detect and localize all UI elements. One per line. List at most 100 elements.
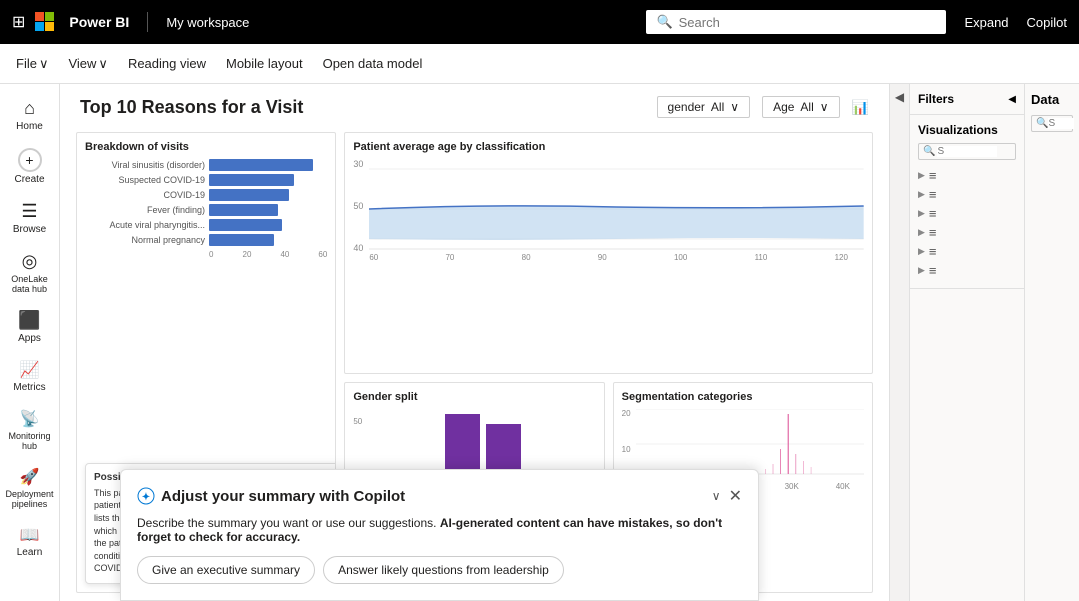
bar-row: Suspected COVID-19 xyxy=(85,174,327,186)
search-bar[interactable]: 🔍 xyxy=(646,10,946,34)
age-filter-label: Age xyxy=(773,100,794,114)
sidebar-item-onelake[interactable]: ◎ OneLakedata hub xyxy=(2,245,58,300)
viz-panel: Filters ◀ Visualizations 🔍 ▶ ≡ ▶ ≡ xyxy=(909,84,1024,601)
viz-row[interactable]: ▶ ≡ xyxy=(918,204,1016,223)
reading-view-btn[interactable]: Reading view xyxy=(128,56,206,71)
topbar: ⊞ Power BI My workspace 🔍 Expand Copilot xyxy=(0,0,1079,44)
right-panels: ◀ Filters ◀ Visualizations 🔍 ▶ ≡ xyxy=(889,84,1079,601)
search-icon: 🔍 xyxy=(923,146,935,157)
expand-icon: ▶ xyxy=(918,265,925,276)
chart-icon[interactable]: 📊 xyxy=(852,99,869,116)
leadership-questions-button[interactable]: Answer likely questions from leadership xyxy=(323,556,564,584)
age-filter-value: All xyxy=(800,100,813,114)
bar-row: Viral sinusitis (disorder) xyxy=(85,159,327,171)
executive-summary-button[interactable]: Give an executive summary xyxy=(137,556,315,584)
age-filter[interactable]: Age All ∨ xyxy=(762,96,840,118)
sidebar-item-label: Deploymentpipelines xyxy=(5,489,53,509)
bar-chart: Viral sinusitis (disorder) Suspected COV… xyxy=(85,159,327,259)
sidebar-item-label: OneLakedata hub xyxy=(11,274,48,294)
secondary-bar: File ∨ View ∨ Reading view Mobile layout… xyxy=(0,44,1079,84)
data-search[interactable]: 🔍 xyxy=(1031,115,1073,132)
copilot-label[interactable]: Copilot xyxy=(1027,15,1067,30)
viz-search[interactable]: 🔍 xyxy=(918,143,1016,160)
microsoft-logo xyxy=(35,12,55,32)
sidebar-item-label: Metrics xyxy=(13,382,45,393)
viz-type-icon: ≡ xyxy=(929,206,937,221)
learn-icon: 📖 xyxy=(20,525,40,545)
report-header: Top 10 Reasons for a Visit gender All ∨ … xyxy=(60,84,889,124)
patient-avg-chart: Patient average age by classification 30… xyxy=(344,132,873,374)
gender-filter-value: All xyxy=(711,100,724,114)
file-menu[interactable]: File ∨ xyxy=(16,56,48,72)
sidebar-item-home[interactable]: ⌂ Home xyxy=(2,92,58,138)
search-input[interactable] xyxy=(679,15,937,30)
sidebar-item-monitoring[interactable]: 📡 Monitoringhub xyxy=(2,403,58,457)
collapse-icon: ◀ xyxy=(895,90,904,104)
viz-row[interactable]: ▶ ≡ xyxy=(918,261,1016,280)
sidebar-item-metrics[interactable]: 📈 Metrics xyxy=(2,354,58,399)
gender-filter-label: gender xyxy=(668,100,705,114)
viz-row[interactable]: ▶ ≡ xyxy=(918,223,1016,242)
copilot-header: ✦ Adjust your summary with Copilot ∨ ✕ xyxy=(137,486,742,506)
expand-icon: ▶ xyxy=(918,170,925,181)
breakdown-chart-title: Breakdown of visits xyxy=(85,141,327,153)
report-title: Top 10 Reasons for a Visit xyxy=(80,97,303,118)
expand-icon: ▶ xyxy=(918,189,925,200)
data-search-input[interactable] xyxy=(1048,118,1074,129)
sidebar-item-browse[interactable]: ☰ Browse xyxy=(2,195,58,241)
bar-label: Normal pregnancy xyxy=(85,235,205,245)
sidebar-item-label: Monitoringhub xyxy=(8,431,50,451)
copilot-icon: ✦ xyxy=(137,487,155,505)
copilot-suggestions: Give an executive summary Answer likely … xyxy=(137,556,742,584)
workspace-label[interactable]: My workspace xyxy=(166,15,249,30)
mobile-layout-btn[interactable]: Mobile layout xyxy=(226,56,303,71)
svg-text:✦: ✦ xyxy=(142,492,150,503)
apps-icon: ⬛ xyxy=(18,310,40,331)
expand-icon: ▶ xyxy=(918,246,925,257)
viz-row[interactable]: ▶ ≡ xyxy=(918,242,1016,261)
viz-type-icon: ≡ xyxy=(929,263,937,278)
viz-row[interactable]: ▶ ≡ xyxy=(918,185,1016,204)
gender-filter[interactable]: gender All ∨ xyxy=(657,96,751,118)
search-icon: 🔍 xyxy=(1036,118,1048,129)
onelake-icon: ◎ xyxy=(22,251,38,272)
gender-split-title: Gender split xyxy=(353,391,595,403)
waffle-icon[interactable]: ⊞ xyxy=(12,12,25,32)
view-menu[interactable]: View ∨ xyxy=(68,56,107,72)
create-icon: + xyxy=(18,148,42,172)
metrics-icon: 📈 xyxy=(20,360,40,380)
patient-avg-title: Patient average age by classification xyxy=(353,141,864,153)
sidebar-item-deployment[interactable]: 🚀 Deploymentpipelines xyxy=(2,461,58,515)
sidebar-item-create[interactable]: + Create xyxy=(2,142,58,191)
expand-label[interactable]: Expand xyxy=(964,15,1008,30)
sidebar-item-label: Create xyxy=(14,174,44,185)
expand-icon: ▶ xyxy=(918,208,925,219)
bar-row: COVID-19 xyxy=(85,189,327,201)
copilot-close-button[interactable]: ✕ xyxy=(729,486,742,506)
copilot-description: Describe the summary you want or use our… xyxy=(137,516,742,544)
product-name: Power BI xyxy=(69,14,129,30)
bar-label: Fever (finding) xyxy=(85,205,205,215)
bar-label: Acute viral pharyngitis... xyxy=(85,220,205,230)
left-sidebar: ⌂ Home + Create ☰ Browse ◎ OneLakedata h… xyxy=(0,84,60,601)
collapse-panel-button[interactable]: ◀ xyxy=(889,84,909,601)
sidebar-item-apps[interactable]: ⬛ Apps xyxy=(2,304,58,350)
segmentation-title: Segmentation categories xyxy=(622,391,864,403)
monitoring-icon: 📡 xyxy=(20,409,40,429)
open-data-model-btn[interactable]: Open data model xyxy=(323,56,423,71)
filters-label: Filters xyxy=(918,92,954,106)
bar-label: COVID-19 xyxy=(85,190,205,200)
viz-search-input[interactable] xyxy=(937,146,997,157)
copilot-dialog: ✦ Adjust your summary with Copilot ∨ ✕ D… xyxy=(120,469,759,601)
viz-row[interactable]: ▶ ≡ xyxy=(918,166,1016,185)
sidebar-item-label: Learn xyxy=(17,547,43,558)
data-panel: Data 🔍 xyxy=(1024,84,1079,601)
sidebar-item-learn[interactable]: 📖 Learn xyxy=(2,519,58,564)
viz-type-icon: ≡ xyxy=(929,244,937,259)
data-panel-title: Data xyxy=(1031,92,1073,107)
filters-tab[interactable]: Filters ◀ xyxy=(910,84,1024,115)
copilot-chevron-icon[interactable]: ∨ xyxy=(712,489,721,503)
sidebar-item-label: Apps xyxy=(18,333,41,344)
bar-label: Viral sinusitis (disorder) xyxy=(85,160,205,170)
viz-type-icon: ≡ xyxy=(929,187,937,202)
